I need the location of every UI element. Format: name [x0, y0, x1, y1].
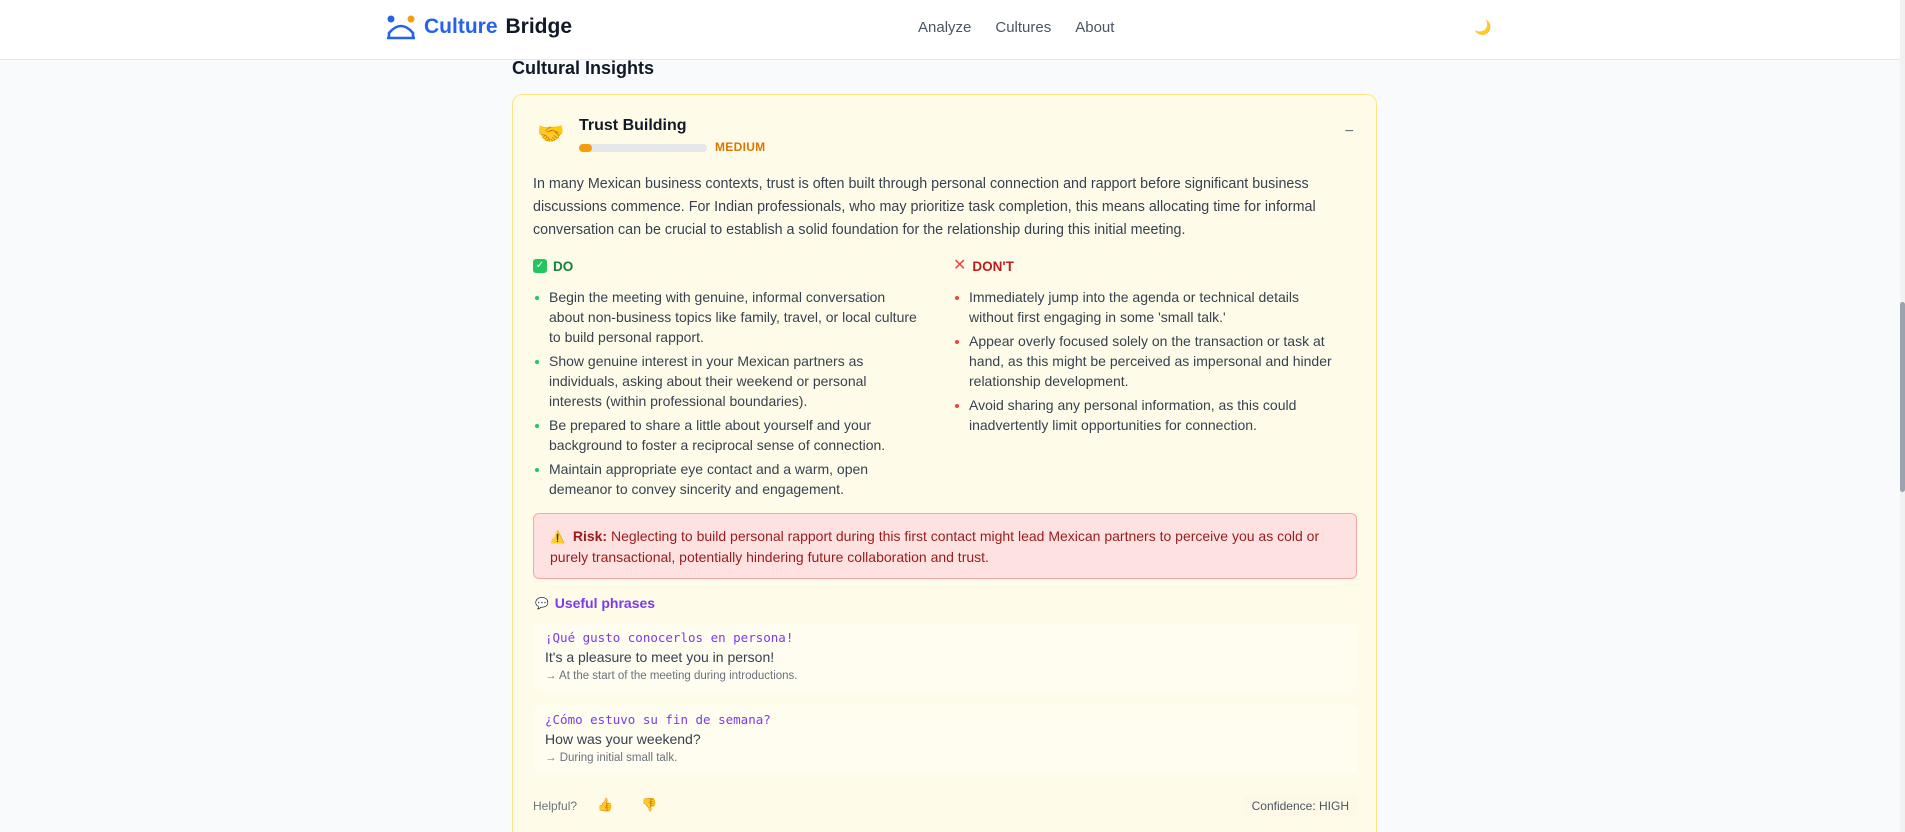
bullet: [535, 468, 539, 472]
do-item: Be prepared to share a little about your…: [533, 415, 923, 455]
do-heading: ✓ DO: [533, 257, 923, 275]
handshake-icon: 🤝: [537, 121, 565, 146]
top-header: Culture Bridge Analyze Cultures About 🌙: [0, 0, 1900, 60]
do-title: DO: [553, 258, 574, 274]
logo-word-culture: Culture: [424, 15, 498, 38]
logo[interactable]: Culture Bridge: [386, 13, 572, 41]
insight-card-trust-building: 🤝 Trust Building MEDIUM − In many Mexica…: [512, 94, 1377, 832]
bullet: [535, 296, 539, 300]
dont-item: Immediately jump into the agenda or tech…: [953, 287, 1343, 327]
dont-item: Avoid sharing any personal information, …: [953, 395, 1343, 435]
main-nav: Analyze Cultures About: [918, 19, 1138, 36]
importance-bar-fill: [579, 144, 592, 152]
phrase-translation: It's a pleasure to meet you in person!: [545, 649, 775, 665]
dont-heading: ✕ DON'T: [953, 257, 1343, 275]
dont-item-text: Avoid sharing any personal information, …: [969, 397, 1297, 433]
insight-title: Trust Building: [579, 117, 687, 134]
bullet: [535, 360, 539, 364]
warning-icon: ⚠️: [550, 530, 565, 544]
phrase-context: → During initial small talk.: [545, 752, 678, 764]
phrase-card: ¿Cómo estuvo su fin de semana? How was y…: [533, 705, 1357, 773]
dont-item: Appear overly focused solely on the tran…: [953, 331, 1343, 391]
cross-icon: ✕: [953, 257, 967, 274]
bullet: [535, 424, 539, 428]
do-item-text: Show genuine interest in your Mexican pa…: [549, 353, 867, 409]
do-list: Begin the meeting with genuine, informal…: [533, 287, 923, 499]
thumbs-up-icon[interactable]: 👍: [597, 797, 613, 813]
importance-level: MEDIUM: [715, 140, 766, 154]
confidence-badge: Confidence: HIGH: [1243, 795, 1357, 817]
people-bridge-icon: [387, 15, 415, 40]
do-item-text: Begin the meeting with genuine, informal…: [549, 289, 917, 345]
bullet: [955, 404, 959, 408]
collapse-button[interactable]: −: [1345, 123, 1354, 141]
do-item: Show genuine interest in your Mexican pa…: [533, 351, 923, 411]
check-icon: ✓: [533, 259, 547, 273]
dont-item-text: Immediately jump into the agenda or tech…: [969, 289, 1299, 325]
speech-bubble-icon: 💬: [535, 597, 549, 610]
logo-word-bridge: Bridge: [505, 15, 573, 38]
do-item-text: Be prepared to share a little about your…: [549, 417, 886, 453]
phrases-heading: 💬 Useful phrases: [535, 595, 655, 611]
bullet: [955, 340, 959, 344]
dont-column: ✕ DON'T Immediately jump into the agenda…: [953, 257, 1343, 439]
risk-text: Neglecting to build personal rapport dur…: [550, 528, 1320, 565]
do-item-text: Maintain appropriate eye contact and a w…: [549, 461, 869, 497]
phrases-title: Useful phrases: [554, 595, 656, 611]
phrase-translation: How was your weekend?: [545, 731, 701, 747]
importance-bar: [579, 144, 707, 152]
card-footer: Helpful? 👍 👎 Confidence: HIGH: [533, 795, 1357, 819]
risk-alert: ⚠️ Risk: Neglecting to build personal ra…: [533, 513, 1357, 579]
insight-description: In many Mexican business contexts, trust…: [533, 176, 1316, 238]
nav-analyze[interactable]: Analyze: [918, 19, 971, 36]
do-column: ✓ DO Begin the meeting with genuine, inf…: [533, 257, 923, 503]
bullet: [955, 296, 959, 300]
nav-about[interactable]: About: [1075, 19, 1114, 36]
thumbs-down-icon[interactable]: 👎: [641, 797, 657, 813]
dont-title: DON'T: [972, 258, 1014, 274]
do-item: Begin the meeting with genuine, informal…: [533, 287, 923, 347]
phrase-original: ¿Cómo estuvo su fin de semana?: [545, 712, 771, 727]
moon-icon[interactable]: 🌙: [1474, 19, 1491, 36]
section-title: Cultural Insights: [512, 58, 655, 78]
dont-list: Immediately jump into the agenda or tech…: [953, 287, 1343, 435]
phrase-card: ¡Qué gusto conocerlos en persona! It's a…: [533, 623, 1357, 691]
phrase-context: → At the start of the meeting during int…: [545, 670, 798, 682]
helpful-label: Helpful?: [533, 799, 578, 813]
dont-item-text: Appear overly focused solely on the tran…: [969, 333, 1332, 389]
scrollbar-thumb[interactable]: [1900, 302, 1905, 492]
risk-label: Risk:: [572, 528, 608, 544]
phrase-original: ¡Qué gusto conocerlos en persona!: [545, 630, 794, 645]
do-item: Maintain appropriate eye contact and a w…: [533, 459, 923, 499]
nav-cultures[interactable]: Cultures: [995, 19, 1051, 36]
